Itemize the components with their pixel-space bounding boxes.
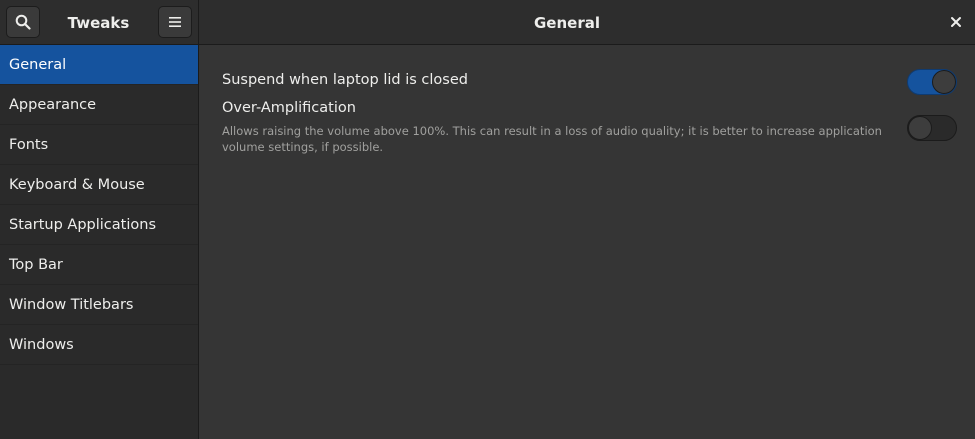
close-icon	[951, 17, 961, 27]
search-icon	[15, 14, 31, 30]
switch-knob	[908, 116, 932, 140]
hamburger-menu-icon	[169, 17, 181, 27]
app-title: Tweaks	[67, 13, 130, 32]
suspend-lid-label: Suspend when laptop lid is closed	[222, 72, 468, 88]
sidebar-item-window-titlebars[interactable]: Window Titlebars	[0, 285, 198, 325]
sidebar-header: Tweaks	[0, 0, 199, 45]
page-title: General	[534, 13, 600, 32]
tweaks-window: Tweaks General General Appearance Fonts …	[0, 0, 975, 439]
sidebar-item-appearance[interactable]: Appearance	[0, 85, 198, 125]
over-amplification-label: Over-Amplification	[222, 100, 356, 116]
switch-knob	[932, 70, 956, 94]
search-button[interactable]	[6, 6, 40, 38]
main-menu-button[interactable]	[158, 6, 192, 38]
sidebar: General Appearance Fonts Keyboard & Mous…	[0, 45, 199, 439]
settings-panel: Suspend when laptop lid is closed Over-A…	[199, 45, 975, 439]
suspend-lid-switch[interactable]	[907, 69, 957, 95]
sidebar-item-windows[interactable]: Windows	[0, 325, 198, 365]
sidebar-item-keyboard-mouse[interactable]: Keyboard & Mouse	[0, 165, 198, 205]
sidebar-item-startup-applications[interactable]: Startup Applications	[0, 205, 198, 245]
over-amplification-description: Allows raising the volume above 100%. Th…	[222, 124, 882, 154]
sidebar-item-fonts[interactable]: Fonts	[0, 125, 198, 165]
over-amplification-switch[interactable]	[907, 115, 957, 141]
sidebar-item-general[interactable]: General	[0, 45, 198, 85]
close-button[interactable]	[945, 11, 967, 33]
sidebar-item-top-bar[interactable]: Top Bar	[0, 245, 198, 285]
header-bar: Tweaks General	[0, 0, 975, 45]
